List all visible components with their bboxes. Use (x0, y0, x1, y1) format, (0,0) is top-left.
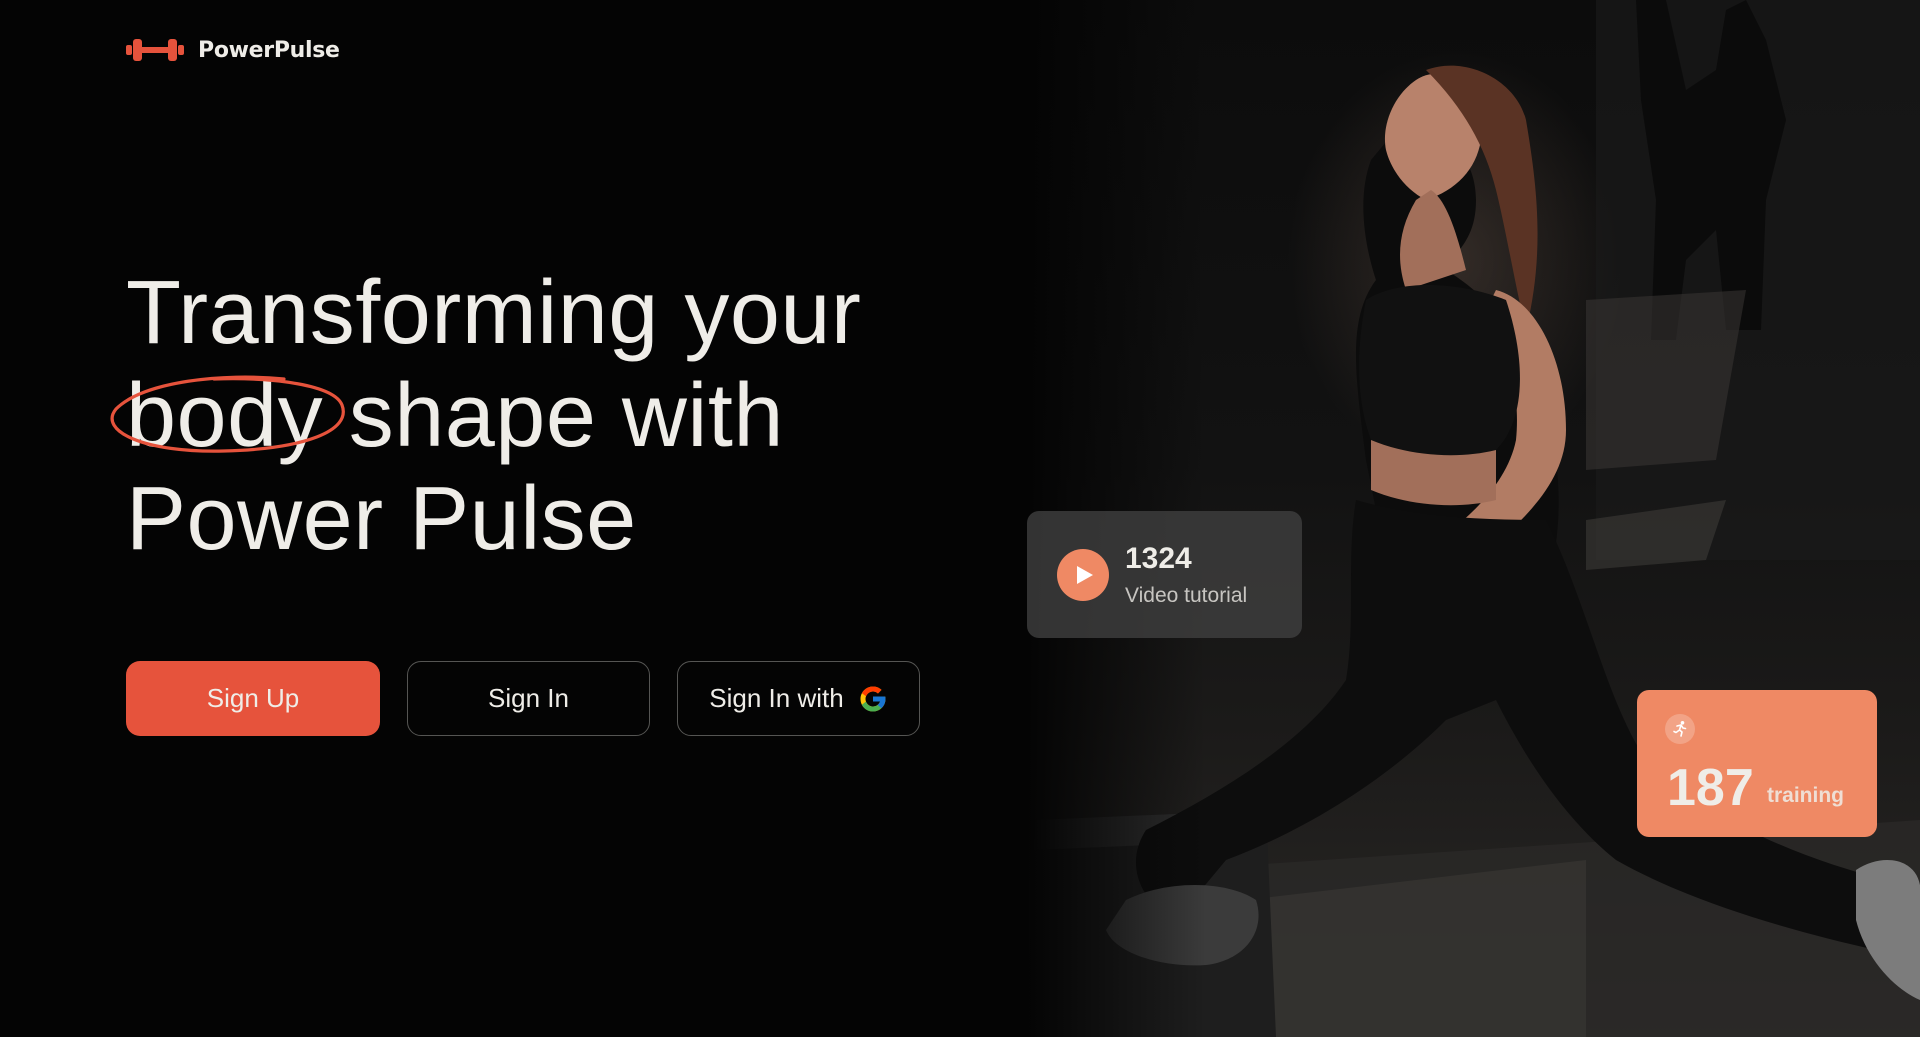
training-count: 187 (1667, 759, 1754, 817)
runner-glyph (1673, 721, 1687, 737)
sign-in-google-label: Sign In with (709, 683, 844, 713)
welcome-page: PowerPulse Transforming your body shape … (0, 0, 1920, 1037)
video-tutorial-label: Video tutorial (1125, 583, 1248, 607)
training-label: training (1767, 784, 1844, 807)
video-tutorial-info: 1324 Video tutorial (1125, 542, 1247, 608)
play-icon[interactable] (1057, 548, 1109, 601)
sign-up-button[interactable]: Sign Up (126, 661, 380, 736)
dumbbell-icon (126, 39, 184, 61)
headline-line-2: body shape with (110, 365, 861, 468)
runner-icon (1665, 714, 1695, 744)
headline-line-1: Transforming your (126, 263, 862, 363)
headline-line-2-rest: shape with (348, 366, 784, 466)
training-card[interactable]: 187 training (1637, 690, 1877, 837)
auth-buttons: Sign Up Sign In Sign In with (126, 661, 920, 736)
headline-highlight: body (110, 365, 345, 468)
video-tutorial-count: 1324 (1125, 541, 1192, 575)
headline-line-3: Power Pulse (126, 469, 637, 569)
video-tutorial-card[interactable]: 1324 Video tutorial (1027, 511, 1302, 638)
sign-in-google-button[interactable]: Sign In with (677, 661, 920, 736)
hero-headline: Transforming your body shape with Power … (110, 262, 862, 571)
brand-logo[interactable]: PowerPulse (126, 36, 340, 64)
google-icon (860, 686, 886, 711)
play-glyph (1077, 565, 1093, 584)
headline-highlight-word: body (126, 366, 324, 466)
sign-in-button[interactable]: Sign In (407, 661, 650, 736)
brand-name: PowerPulse (198, 37, 340, 63)
